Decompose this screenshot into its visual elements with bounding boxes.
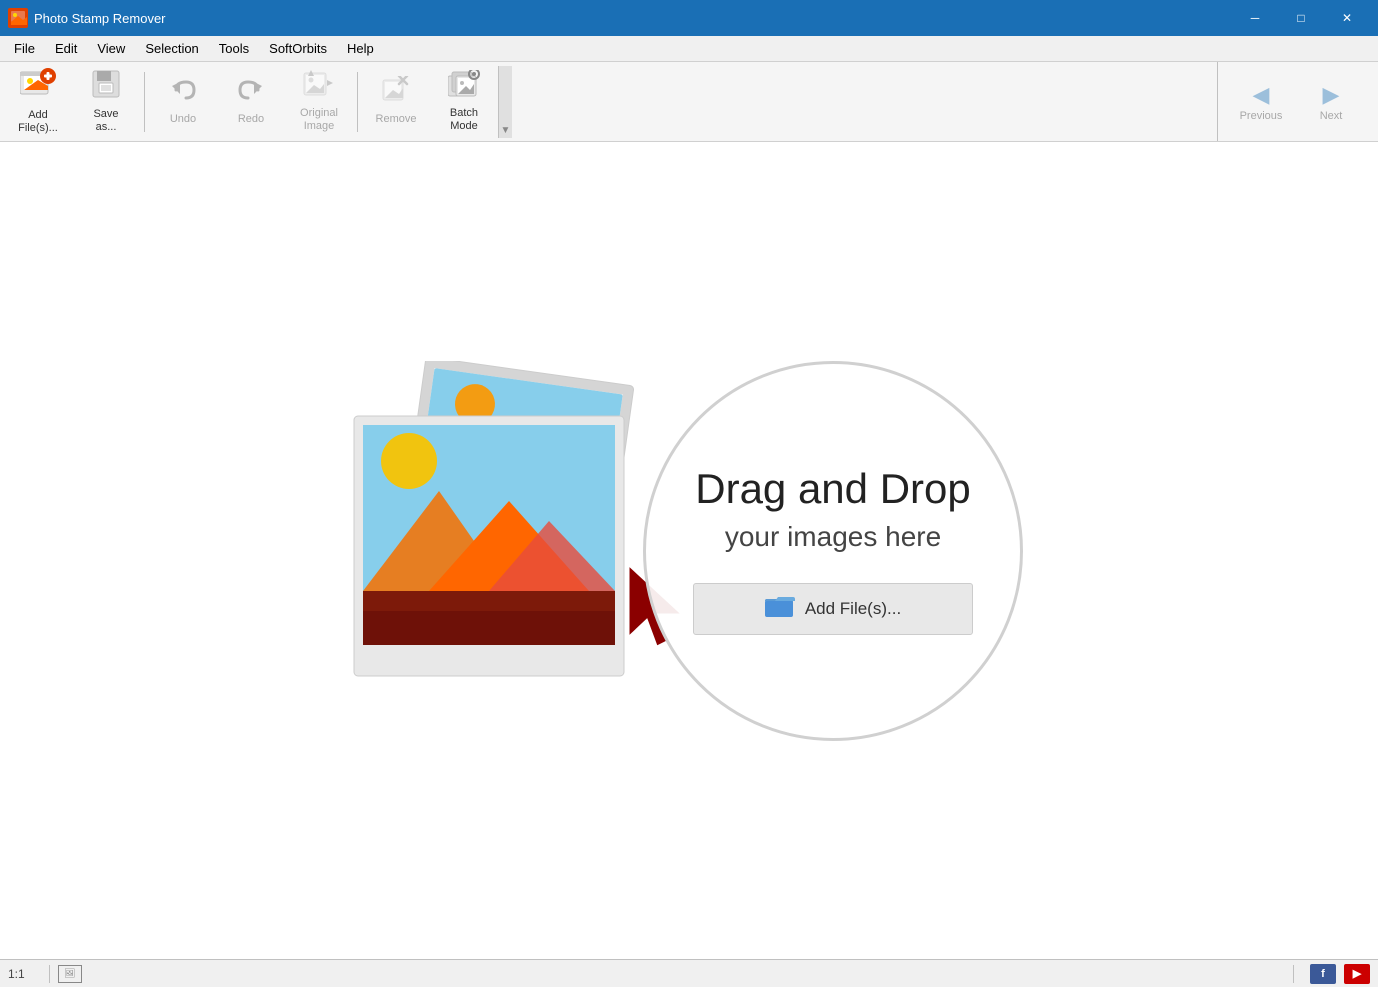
photo-front: [349, 411, 629, 696]
title-bar: Photo Stamp Remover ─ □ ✕: [0, 0, 1378, 36]
add-files-drop-label: Add File(s)...: [805, 599, 901, 619]
next-icon: ▶: [1323, 82, 1340, 108]
app-title: Photo Stamp Remover: [34, 11, 1232, 26]
menu-edit[interactable]: Edit: [45, 39, 87, 58]
drop-zone-circle: Drag and Drop your images here Add File(…: [643, 361, 1023, 741]
status-bar: 1:1 🖼 f ▶: [0, 959, 1378, 987]
menu-softorbits[interactable]: SoftOrbits: [259, 39, 337, 58]
menu-help[interactable]: Help: [337, 39, 384, 58]
remove-button: Remove: [362, 66, 430, 138]
undo-button: Undo: [149, 66, 217, 138]
toolbar: AddFile(s)... Saveas...: [0, 62, 1378, 142]
menu-view[interactable]: View: [87, 39, 135, 58]
status-separator-2: [1293, 965, 1294, 983]
batch-mode-icon: [448, 70, 480, 105]
maximize-button[interactable]: □: [1278, 0, 1324, 36]
drop-zone-area[interactable]: Drag and Drop your images here Add File(…: [339, 341, 1099, 761]
undo-label: Undo: [170, 113, 196, 126]
undo-icon: [168, 76, 198, 111]
status-image-icon: 🖼: [58, 965, 82, 983]
drag-drop-subtext: your images here: [725, 521, 941, 553]
window-controls: ─ □ ✕: [1232, 0, 1370, 36]
batch-mode-button[interactable]: BatchMode: [430, 66, 498, 138]
previous-button[interactable]: ◀ Previous: [1226, 66, 1296, 138]
drag-drop-text: Drag and Drop: [695, 466, 970, 512]
toolbar-sep-1: [144, 72, 145, 132]
close-button[interactable]: ✕: [1324, 0, 1370, 36]
redo-button: Redo: [217, 66, 285, 138]
menu-file[interactable]: File: [4, 39, 45, 58]
facebook-icon[interactable]: f: [1310, 964, 1336, 984]
save-as-icon: [91, 69, 121, 106]
original-image-icon: [303, 70, 335, 105]
add-files-drop-button[interactable]: Add File(s)...: [693, 583, 973, 635]
toolbar-scroll[interactable]: [498, 66, 512, 138]
previous-label: Previous: [1240, 110, 1283, 122]
add-files-button[interactable]: AddFile(s)...: [4, 66, 72, 138]
redo-label: Redo: [238, 113, 264, 126]
add-files-label: AddFile(s)...: [18, 109, 58, 135]
menu-bar: File Edit View Selection Tools SoftOrbit…: [0, 36, 1378, 62]
remove-label: Remove: [376, 113, 417, 126]
save-as-label: Saveas...: [93, 108, 118, 134]
save-as-button[interactable]: Saveas...: [72, 66, 140, 138]
batch-mode-label: BatchMode: [450, 107, 478, 133]
next-button[interactable]: ▶ Next: [1296, 66, 1366, 138]
main-content: Drag and Drop your images here Add File(…: [0, 142, 1378, 959]
redo-icon: [236, 76, 266, 111]
status-right-area: f ▶: [1285, 964, 1370, 984]
folder-icon: [765, 593, 795, 624]
app-icon: [8, 8, 28, 28]
original-image-button: OriginalImage: [285, 66, 353, 138]
menu-selection[interactable]: Selection: [135, 39, 208, 58]
next-label: Next: [1320, 110, 1343, 122]
minimize-button[interactable]: ─: [1232, 0, 1278, 36]
toolbar-sep-2: [357, 72, 358, 132]
original-image-label: OriginalImage: [300, 107, 338, 133]
nav-area: ◀ Previous ▶ Next: [1217, 62, 1374, 141]
youtube-icon[interactable]: ▶: [1344, 964, 1370, 984]
zoom-level: 1:1: [8, 967, 25, 981]
previous-icon: ◀: [1253, 82, 1270, 108]
add-files-icon: [20, 68, 56, 107]
status-separator-1: [49, 965, 50, 983]
menu-tools[interactable]: Tools: [209, 39, 259, 58]
remove-icon: [381, 76, 411, 111]
toolbar-main-section: AddFile(s)... Saveas...: [4, 62, 498, 141]
